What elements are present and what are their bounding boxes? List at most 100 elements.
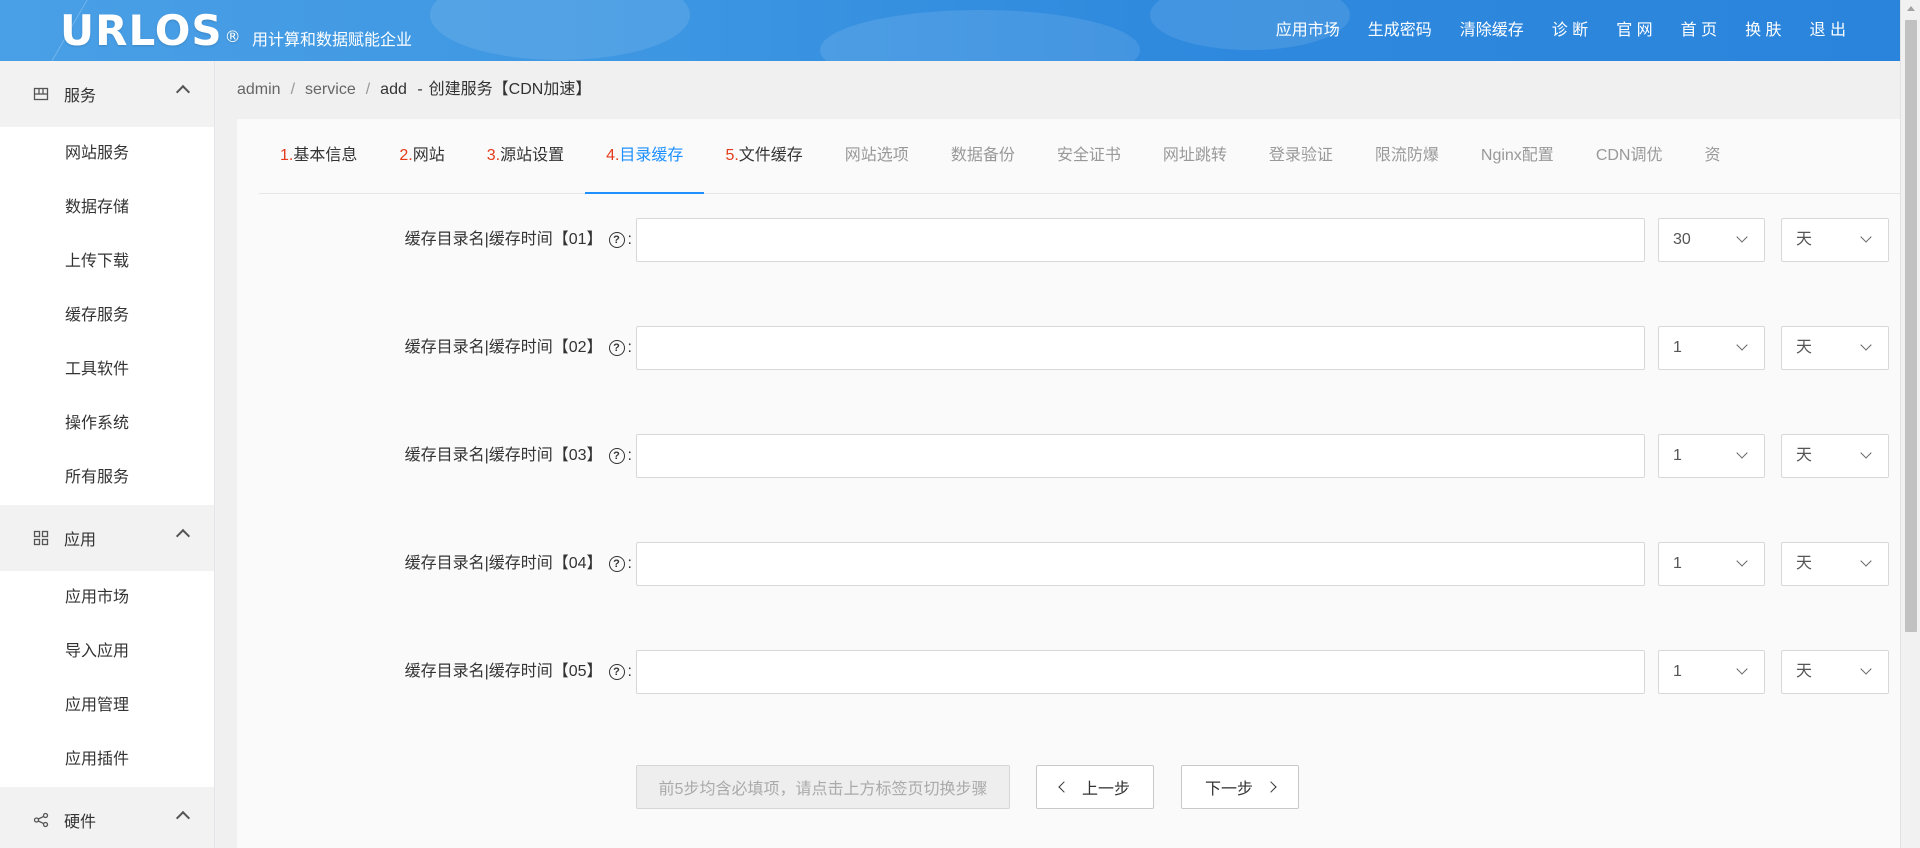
cache-row-02: 缓存目录名|缓存时间【02】?: 1 天 (237, 326, 1900, 370)
cache-time-amount-select[interactable]: 1 (1658, 326, 1765, 370)
cache-time-unit-select[interactable]: 天 (1781, 434, 1889, 478)
select-value: 1 (1673, 339, 1682, 356)
nav-home[interactable]: 首 页 (1667, 0, 1731, 61)
tab-label: 目录缓存 (619, 147, 684, 164)
tab-origin-settings[interactable]: 3.源站设置 (466, 119, 585, 193)
cache-time-unit-select[interactable]: 天 (1781, 326, 1889, 370)
tab-login-auth[interactable]: 登录验证 (1248, 119, 1354, 193)
help-icon[interactable]: ? (608, 340, 625, 356)
tab-ssl-certificate[interactable]: 安全证书 (1036, 119, 1142, 193)
sidebar-item-all-services[interactable]: 所有服务 (0, 451, 214, 505)
page-scrollbar[interactable] (1900, 0, 1920, 848)
cache-row-label: 缓存目录名|缓存时间【05】?: (405, 650, 632, 694)
help-icon[interactable]: ? (608, 556, 625, 572)
cache-directory-input[interactable] (636, 650, 1645, 694)
chevron-down-icon (1860, 447, 1872, 459)
cache-directory-input[interactable] (636, 542, 1645, 586)
header-cloud-decoration (430, 0, 690, 60)
label-colon: : (627, 447, 632, 464)
sidebar-group-service[interactable]: 服务 (0, 61, 214, 127)
tab-number: 4. (606, 147, 620, 164)
breadcrumb-dash: - (417, 81, 423, 98)
tab-cdn-tuning[interactable]: CDN调优 (1575, 119, 1684, 193)
tab-basic-info[interactable]: 1.基本信息 (259, 119, 378, 193)
tab-label: 文件缓存 (738, 147, 803, 164)
nav-logout[interactable]: 退 出 (1796, 0, 1860, 61)
cache-time-unit-select[interactable]: 天 (1781, 542, 1889, 586)
sidebar-item-import-app[interactable]: 导入应用 (0, 625, 214, 679)
cache-directory-input[interactable] (636, 434, 1645, 478)
select-value: 1 (1673, 663, 1682, 680)
cache-time-unit-select[interactable]: 天 (1781, 650, 1889, 694)
sidebar-item-app-market[interactable]: 应用市场 (0, 571, 214, 625)
tab-data-backup[interactable]: 数据备份 (930, 119, 1036, 193)
sidebar-item-app-plugins[interactable]: 应用插件 (0, 733, 214, 787)
breadcrumb-add: add (380, 81, 407, 98)
cache-time-unit-select[interactable]: 天 (1781, 218, 1889, 262)
breadcrumb-service[interactable]: service (305, 81, 356, 98)
cache-directory-input[interactable] (636, 218, 1645, 262)
tab-website-options[interactable]: 网站选项 (824, 119, 930, 193)
sidebar-item-data-storage[interactable]: 数据存储 (0, 181, 214, 235)
breadcrumb-admin[interactable]: admin (237, 81, 281, 98)
sidebar-item-upload-download[interactable]: 上传下载 (0, 235, 214, 289)
tab-file-cache[interactable]: 5.文件缓存 (704, 119, 823, 193)
sidebar-item-os[interactable]: 操作系统 (0, 397, 214, 451)
nav-app-market[interactable]: 应用市场 (1262, 0, 1354, 61)
required-steps-hint-button: 前5步均含必填项，请点击上方标签页切换步骤 (636, 765, 1010, 809)
tab-url-redirect[interactable]: 网址跳转 (1142, 119, 1248, 193)
share-nodes-icon (33, 812, 49, 828)
nav-clear-cache[interactable]: 清除缓存 (1446, 0, 1538, 61)
top-header: URLOS ® 用计算和数据赋能企业 应用市场 生成密码 清除缓存 诊 断 官 网… (0, 0, 1900, 61)
cache-time-amount-select[interactable]: 1 (1658, 542, 1765, 586)
breadcrumb-separator: / (365, 81, 371, 98)
label-colon: : (627, 231, 632, 248)
cache-row-label-text: 缓存目录名|缓存时间【05】 (404, 663, 603, 680)
chevron-right-icon (1265, 781, 1277, 793)
cache-time-amount-select[interactable]: 1 (1658, 650, 1765, 694)
previous-step-label: 上一步 (1081, 781, 1130, 798)
help-icon[interactable]: ? (608, 448, 625, 464)
sidebar-item-tools[interactable]: 工具软件 (0, 343, 214, 397)
sidebar-group-hardware[interactable]: 硬件 (0, 787, 214, 848)
tab-label: CDN调优 (1595, 147, 1663, 164)
scroll-up-arrow-icon[interactable] (1907, 6, 1915, 11)
sidebar-item-website-service[interactable]: 网站服务 (0, 127, 214, 181)
breadcrumb-current: 创建服务【CDN加速】 (428, 81, 592, 98)
tab-nginx-config[interactable]: Nginx配置 (1460, 119, 1575, 193)
tab-rate-limit[interactable]: 限流防爆 (1354, 119, 1460, 193)
sidebar-group-apps[interactable]: 应用 (0, 505, 214, 571)
tab-label: 资 (1704, 147, 1721, 164)
chevron-up-icon (175, 528, 191, 544)
sidebar-item-app-manage[interactable]: 应用管理 (0, 679, 214, 733)
tab-website[interactable]: 2.网站 (378, 119, 465, 193)
brand-logo[interactable]: URLOS ® (60, 6, 242, 56)
select-value: 天 (1796, 231, 1813, 248)
tab-more[interactable]: 资 (1683, 119, 1741, 193)
tab-directory-cache[interactable]: 4.目录缓存 (585, 119, 705, 194)
chevron-down-icon (1736, 231, 1748, 243)
nav-skin[interactable]: 换 肤 (1731, 0, 1795, 61)
tab-label: 基本信息 (293, 147, 358, 164)
previous-step-button[interactable]: 上一步 (1036, 765, 1154, 809)
cache-row-label-text: 缓存目录名|缓存时间【04】 (404, 555, 603, 572)
header-cloud-decoration (820, 10, 1140, 61)
nav-diagnose[interactable]: 诊 断 (1538, 0, 1602, 61)
help-icon[interactable]: ? (608, 232, 625, 248)
next-step-button[interactable]: 下一步 (1181, 765, 1299, 809)
select-value: 1 (1673, 555, 1682, 572)
scrollbar-thumb[interactable] (1905, 20, 1917, 632)
chevron-up-icon (175, 810, 191, 826)
sidebar-item-cache-service[interactable]: 缓存服务 (0, 289, 214, 343)
select-value: 30 (1673, 231, 1691, 248)
tab-number: 1. (280, 147, 294, 164)
nav-generate-password[interactable]: 生成密码 (1354, 0, 1446, 61)
cache-row-03: 缓存目录名|缓存时间【03】?: 1 天 (237, 434, 1900, 478)
cache-time-amount-select[interactable]: 1 (1658, 434, 1765, 478)
cache-time-amount-select[interactable]: 30 (1658, 218, 1765, 262)
help-icon[interactable]: ? (608, 664, 625, 680)
nav-official-site[interactable]: 官 网 (1602, 0, 1666, 61)
registered-mark: ® (224, 27, 242, 46)
cache-directory-input[interactable] (636, 326, 1645, 370)
cache-row-04: 缓存目录名|缓存时间【04】?: 1 天 (237, 542, 1900, 586)
